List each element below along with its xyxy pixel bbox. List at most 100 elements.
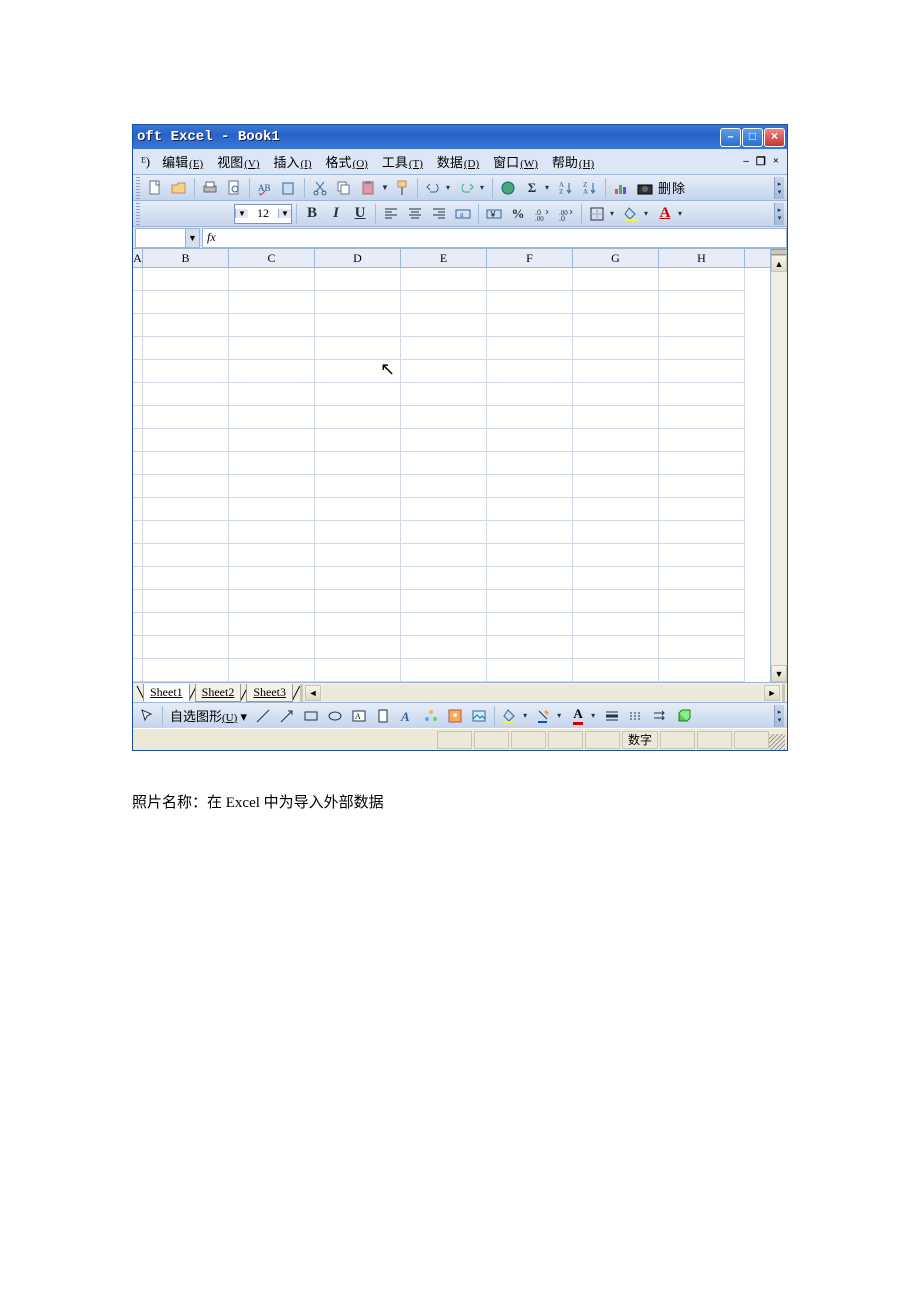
font-color-icon[interactable]: A (654, 203, 676, 225)
copy-icon[interactable] (333, 177, 355, 199)
toolbar-options-2[interactable]: ▸▾ (774, 203, 784, 225)
font-color-draw-icon[interactable]: A (567, 705, 589, 727)
cell[interactable] (133, 659, 143, 682)
arrow-style-icon[interactable] (649, 705, 671, 727)
grid-rows[interactable] (133, 268, 770, 682)
cell[interactable] (229, 521, 315, 544)
cell[interactable] (487, 268, 573, 291)
cell[interactable] (143, 429, 229, 452)
align-left-icon[interactable] (380, 203, 402, 225)
cell[interactable] (143, 636, 229, 659)
cell[interactable] (487, 613, 573, 636)
cell[interactable] (143, 360, 229, 383)
cell[interactable] (315, 498, 401, 521)
cell[interactable] (133, 383, 143, 406)
doc-close[interactable]: × (773, 155, 779, 168)
cell[interactable] (133, 314, 143, 337)
paste-icon[interactable] (357, 177, 379, 199)
cell[interactable] (487, 544, 573, 567)
cell[interactable] (401, 521, 487, 544)
cell[interactable] (315, 452, 401, 475)
cell[interactable] (573, 291, 659, 314)
redo-icon[interactable] (456, 177, 478, 199)
cell[interactable] (659, 337, 745, 360)
sort-desc-icon[interactable]: ZA (579, 177, 601, 199)
cell[interactable] (133, 268, 143, 291)
cell[interactable] (401, 268, 487, 291)
cell[interactable] (487, 337, 573, 360)
table-row[interactable] (133, 498, 770, 521)
line-icon[interactable] (252, 705, 274, 727)
cell[interactable] (315, 544, 401, 567)
cell[interactable] (143, 314, 229, 337)
cell[interactable] (133, 521, 143, 544)
scroll-track[interactable] (771, 272, 787, 665)
cell[interactable] (659, 636, 745, 659)
col-c[interactable]: C (229, 249, 315, 267)
cell[interactable] (487, 567, 573, 590)
table-row[interactable] (133, 383, 770, 406)
cell[interactable] (573, 544, 659, 567)
cell[interactable] (659, 383, 745, 406)
cell[interactable] (315, 291, 401, 314)
cut-icon[interactable] (309, 177, 331, 199)
cell[interactable] (143, 268, 229, 291)
cell[interactable] (315, 475, 401, 498)
cell[interactable] (229, 498, 315, 521)
col-a[interactable]: A (133, 249, 143, 267)
cell[interactable] (487, 636, 573, 659)
cell[interactable] (487, 475, 573, 498)
cell[interactable] (401, 291, 487, 314)
print-icon[interactable] (199, 177, 221, 199)
table-row[interactable] (133, 567, 770, 590)
fill-color-icon[interactable] (620, 203, 642, 225)
cell[interactable] (133, 498, 143, 521)
cell[interactable] (315, 567, 401, 590)
cell[interactable] (315, 268, 401, 291)
bold-button[interactable]: B (301, 203, 323, 225)
wordart-icon[interactable]: A (396, 705, 418, 727)
cell[interactable] (487, 452, 573, 475)
cell[interactable] (315, 314, 401, 337)
paste-dropdown[interactable]: ▼ (381, 183, 389, 192)
cell[interactable] (573, 452, 659, 475)
cell[interactable] (401, 613, 487, 636)
vertical-textbox-icon[interactable] (372, 705, 394, 727)
cell[interactable] (143, 383, 229, 406)
horizontal-scrollbar[interactable]: ◄ ► (298, 683, 787, 702)
decrease-decimal-icon[interactable]: .00.0 (555, 203, 577, 225)
col-h[interactable]: H (659, 249, 745, 267)
cell[interactable] (229, 291, 315, 314)
cell[interactable] (487, 291, 573, 314)
cell[interactable] (133, 567, 143, 590)
fx-icon[interactable]: fx (207, 230, 216, 245)
cell[interactable] (133, 590, 143, 613)
picture-icon[interactable] (468, 705, 490, 727)
cell[interactable] (229, 590, 315, 613)
cell[interactable] (133, 544, 143, 567)
cell[interactable] (315, 590, 401, 613)
name-box[interactable]: ▼ (135, 228, 200, 248)
cell[interactable] (229, 406, 315, 429)
cell[interactable] (315, 337, 401, 360)
spelling-icon[interactable]: AB (254, 177, 276, 199)
cell[interactable] (229, 268, 315, 291)
cell[interactable] (143, 613, 229, 636)
arrow-icon[interactable] (276, 705, 298, 727)
cell[interactable] (573, 567, 659, 590)
format-painter-icon[interactable] (391, 177, 413, 199)
grid[interactable]: A B C D E F G H ↖ (133, 249, 770, 682)
cell[interactable] (659, 291, 745, 314)
merge-center-icon[interactable]: a (452, 203, 474, 225)
cell[interactable] (229, 567, 315, 590)
titlebar[interactable]: oft Excel - Book1 – □ × (133, 125, 787, 149)
table-row[interactable] (133, 314, 770, 337)
fontcolor-dropdown[interactable]: ▾ (678, 209, 686, 218)
sheet-tab-3[interactable]: Sheet3 (246, 684, 293, 702)
doc-minimize[interactable]: – (743, 155, 749, 168)
oval-icon[interactable] (324, 705, 346, 727)
cell[interactable] (143, 521, 229, 544)
autoshapes-menu[interactable]: 自选图形(U) ▾ (167, 706, 250, 725)
table-row[interactable] (133, 659, 770, 682)
cell[interactable] (143, 337, 229, 360)
